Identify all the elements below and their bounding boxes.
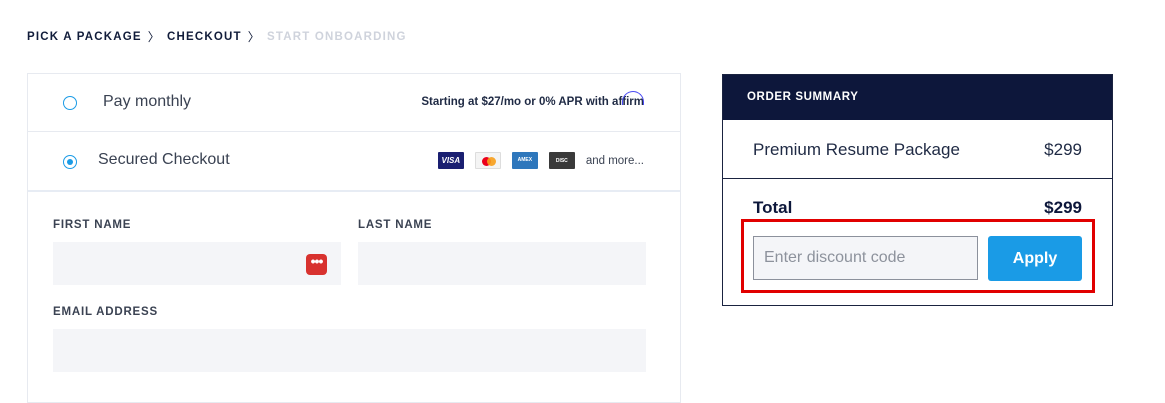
password-manager-icon[interactable]: ••• — [306, 254, 327, 275]
secured-checkout-label: Secured Checkout — [98, 151, 230, 168]
breadcrumb-start-onboarding: START ONBOARDING — [266, 30, 407, 43]
apply-discount-button[interactable]: Apply — [988, 236, 1082, 281]
email-field[interactable] — [53, 329, 646, 372]
total-price: $299 — [1044, 198, 1082, 217]
order-summary: ORDER SUMMARY Premium Resume Package $29… — [722, 74, 1113, 306]
mastercard-card-icon — [474, 152, 501, 169]
breadcrumb: PICK A PACKAGE 〉 CHECKOUT 〉 START ONBOAR… — [27, 28, 407, 45]
visa-card-icon: VISA — [437, 152, 464, 169]
line-item: Premium Resume Package $299 — [723, 120, 1112, 179]
more-cards-text: and more... — [585, 154, 644, 167]
item-price: $299 — [1044, 140, 1082, 159]
pay-monthly-label: Pay monthly — [103, 93, 192, 110]
pay-monthly-radio[interactable] — [63, 96, 77, 110]
chevron-right-icon: 〉 — [247, 30, 261, 44]
pay-monthly-option[interactable]: Pay monthly Starting at $27/mo or 0% APR… — [28, 74, 680, 132]
affirm-prefix: Starting at $27/mo or 0% APR with — [421, 96, 609, 108]
checkout-form-panel: Pay monthly Starting at $27/mo or 0% APR… — [27, 73, 681, 403]
chevron-right-icon: 〉 — [147, 30, 161, 44]
breadcrumb-pick-package[interactable]: PICK A PACKAGE — [27, 31, 142, 43]
discover-card-icon: DISC — [548, 152, 575, 169]
last-name-field[interactable] — [358, 242, 646, 285]
secured-checkout-option[interactable]: Secured Checkout VISA AMEX DISC and more… — [28, 132, 680, 192]
first-name-label: FIRST NAME — [53, 219, 132, 231]
order-summary-title: ORDER SUMMARY — [723, 75, 1112, 120]
last-name-label: LAST NAME — [358, 219, 433, 231]
secured-checkout-radio[interactable] — [63, 155, 77, 169]
first-name-field[interactable]: ••• — [53, 242, 341, 285]
breadcrumb-checkout: CHECKOUT — [166, 30, 242, 43]
accepted-cards: VISA AMEX DISC and more... — [427, 152, 644, 169]
affirm-logo: affirm — [612, 96, 644, 108]
total-label: Total — [753, 198, 793, 217]
email-address-label: EMAIL ADDRESS — [53, 306, 158, 318]
affirm-financing-text: Starting at $27/mo or 0% APR with affirm — [421, 96, 644, 108]
item-name: Premium Resume Package — [753, 140, 960, 159]
discount-code-input[interactable] — [753, 236, 978, 280]
amex-card-icon: AMEX — [511, 152, 538, 169]
